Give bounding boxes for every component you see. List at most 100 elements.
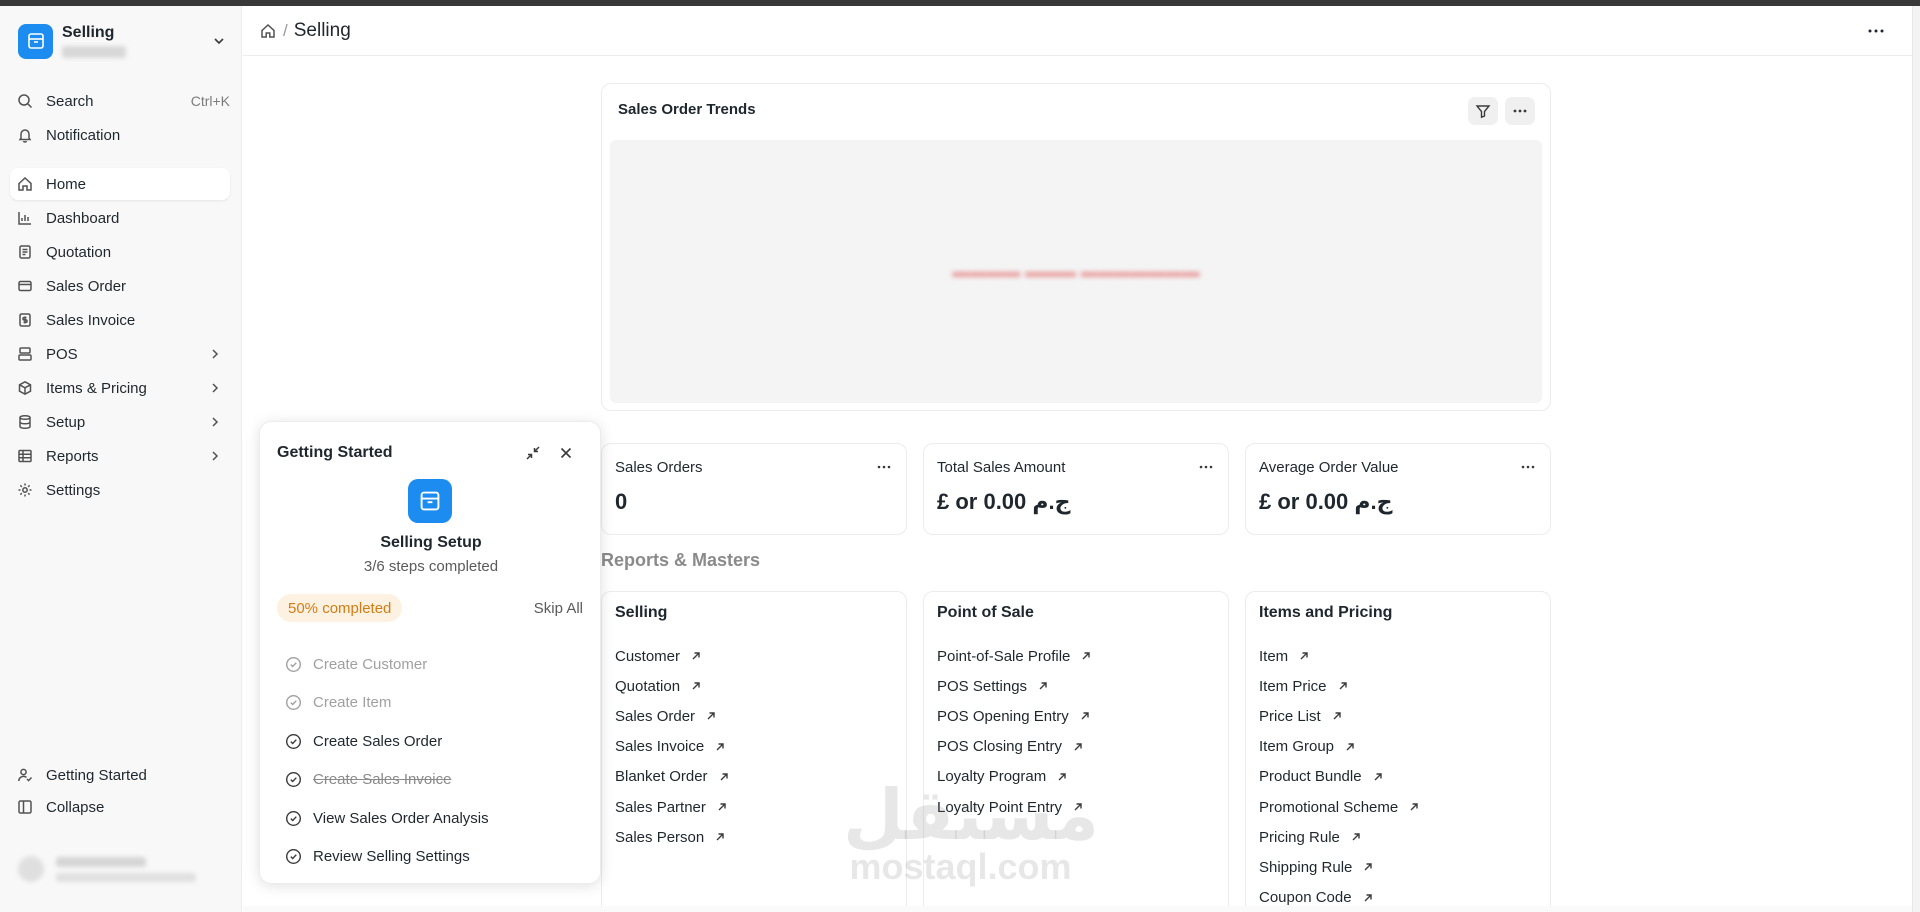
selling-setup-icon: [408, 479, 452, 523]
link-label: Item Group: [1259, 738, 1335, 756]
link-label: Loyalty Program: [937, 768, 1047, 786]
sidebar-item-pos[interactable]: POS: [10, 338, 230, 370]
link-item[interactable]: Sales Partner: [615, 792, 730, 822]
check-circle-icon: [285, 849, 302, 865]
link-item[interactable]: Price List: [1259, 701, 1420, 731]
link-label: Shipping Rule: [1259, 858, 1353, 876]
chevron-right-icon: [212, 383, 219, 393]
document-icon: [16, 243, 34, 261]
setup-step[interactable]: Create Customer: [285, 645, 489, 684]
sidebar-item-label: Setup: [46, 413, 86, 431]
link-label: Coupon Code: [1259, 889, 1352, 907]
link-item[interactable]: Sales Person: [615, 822, 730, 852]
external-link-icon: [1333, 712, 1341, 720]
search-label: Search: [46, 92, 94, 110]
link-label: Sales Invoice: [615, 738, 705, 756]
app-name: Selling: [62, 24, 115, 41]
avatar: [18, 856, 44, 882]
breadcrumb-current[interactable]: Selling: [294, 20, 351, 42]
link-item[interactable]: POS Opening Entry: [937, 701, 1092, 731]
chart-placeholder: ▬▬▬▬ ▬▬▬ ▬▬▬▬▬▬▬: [610, 140, 1542, 403]
link-label: Price List: [1259, 707, 1321, 725]
sidebar-item-dashboard[interactable]: Dashboard: [10, 202, 230, 234]
link-item[interactable]: Item Price: [1259, 671, 1420, 701]
setup-step[interactable]: Create Sales Invoice: [285, 761, 489, 800]
link-item[interactable]: Sales Order: [615, 701, 730, 731]
external-link-icon: [1074, 742, 1082, 751]
link-item[interactable]: Blanket Order: [615, 762, 730, 792]
external-link-icon: [716, 833, 724, 841]
link-item[interactable]: Pricing Rule: [1259, 822, 1420, 852]
sidebar-item-sales-invoice[interactable]: Sales Invoice: [10, 304, 230, 336]
search-button[interactable]: Search Ctrl+K: [10, 85, 230, 117]
more-options-icon[interactable]: [1520, 462, 1536, 472]
minimize-icon[interactable]: [525, 445, 541, 461]
filter-button[interactable]: [1468, 97, 1498, 125]
scrollbar[interactable]: [1912, 6, 1920, 912]
close-icon[interactable]: [558, 445, 574, 461]
external-link-icon: [718, 803, 726, 811]
sidebar-item-settings[interactable]: Settings: [10, 474, 230, 506]
sidebar-item-setup[interactable]: Setup: [10, 406, 230, 438]
link-item[interactable]: Item Group: [1259, 732, 1420, 762]
link-item[interactable]: POS Settings: [937, 671, 1092, 701]
page-header: / Selling: [243, 6, 1920, 56]
setup-step[interactable]: Create Item: [285, 684, 489, 723]
check-circle-icon: [285, 810, 302, 826]
collapse-sidebar-icon: [16, 798, 34, 816]
link-item[interactable]: Loyalty Point Entry: [937, 792, 1092, 822]
link-item[interactable]: Shipping Rule: [1259, 852, 1420, 882]
more-options-icon[interactable]: [1198, 462, 1214, 472]
sidebar-item-label: Reports: [46, 447, 99, 465]
link-item[interactable]: Item: [1259, 641, 1420, 671]
link-item[interactable]: Quotation: [615, 671, 730, 701]
chart-title: Sales Order Trends: [618, 101, 756, 118]
skip-all-button[interactable]: Skip All: [534, 600, 583, 617]
link-item[interactable]: Promotional Scheme: [1259, 792, 1420, 822]
sidebar-item-items-pricing[interactable]: Items & Pricing: [10, 372, 230, 404]
sidebar-collapse-button[interactable]: Collapse: [10, 791, 230, 823]
search-icon: [16, 92, 34, 110]
sidebar-item-reports[interactable]: Reports: [10, 440, 230, 472]
sidebar-item-sales-order[interactable]: Sales Order: [10, 270, 230, 302]
more-options-icon[interactable]: [1866, 24, 1886, 38]
user-account-blurred[interactable]: [18, 849, 218, 889]
sidebar-item-quotation[interactable]: Quotation: [10, 236, 230, 268]
check-circle-icon: [285, 772, 302, 788]
external-link-icon: [1081, 712, 1089, 720]
link-label: Product Bundle: [1259, 768, 1362, 786]
sidebar-item-label: Sales Order: [46, 277, 127, 295]
more-options-icon[interactable]: [876, 462, 892, 472]
link-item[interactable]: Sales Invoice: [615, 732, 730, 762]
setup-step[interactable]: Review Selling Settings: [285, 838, 489, 877]
setup-step-label: Create Sales Order: [313, 732, 443, 750]
setup-step-label: Review Selling Settings: [313, 848, 470, 866]
link-label: Customer: [615, 647, 681, 665]
link-item[interactable]: POS Closing Entry: [937, 732, 1092, 762]
home-icon[interactable]: [259, 22, 277, 40]
more-options-icon: [1513, 109, 1527, 113]
link-item[interactable]: Customer: [615, 641, 730, 671]
notification-button[interactable]: Notification: [10, 119, 230, 151]
chart-more-button[interactable]: [1505, 97, 1535, 125]
stat-value: 0: [615, 489, 628, 514]
sidebar: Selling Search Ctrl+K Notification Home …: [0, 6, 242, 912]
link-item[interactable]: Product Bundle: [1259, 762, 1420, 792]
pos-icon: [16, 345, 34, 363]
app-switcher[interactable]: Selling: [18, 20, 226, 62]
bottom-strip: [243, 906, 1912, 912]
link-item[interactable]: Point-of-Sale Profile: [937, 641, 1092, 671]
search-shortcut: Ctrl+K: [190, 93, 230, 109]
link-item[interactable]: Loyalty Program: [937, 762, 1092, 792]
home-icon: [16, 175, 34, 193]
chevron-down-icon[interactable]: [212, 34, 226, 48]
external-link-icon: [692, 682, 700, 690]
external-link-icon: [1300, 652, 1308, 660]
setup-step[interactable]: Create Sales Order: [285, 722, 489, 761]
sidebar-getting-started-button[interactable]: Getting Started: [10, 759, 230, 791]
sidebar-item-home[interactable]: Home: [10, 168, 230, 200]
chevron-right-icon: [212, 349, 219, 359]
links-card-title: Point of Sale: [937, 604, 1034, 621]
setup-step[interactable]: View Sales Order Analysis: [285, 799, 489, 838]
collapse-label: Collapse: [46, 798, 105, 816]
